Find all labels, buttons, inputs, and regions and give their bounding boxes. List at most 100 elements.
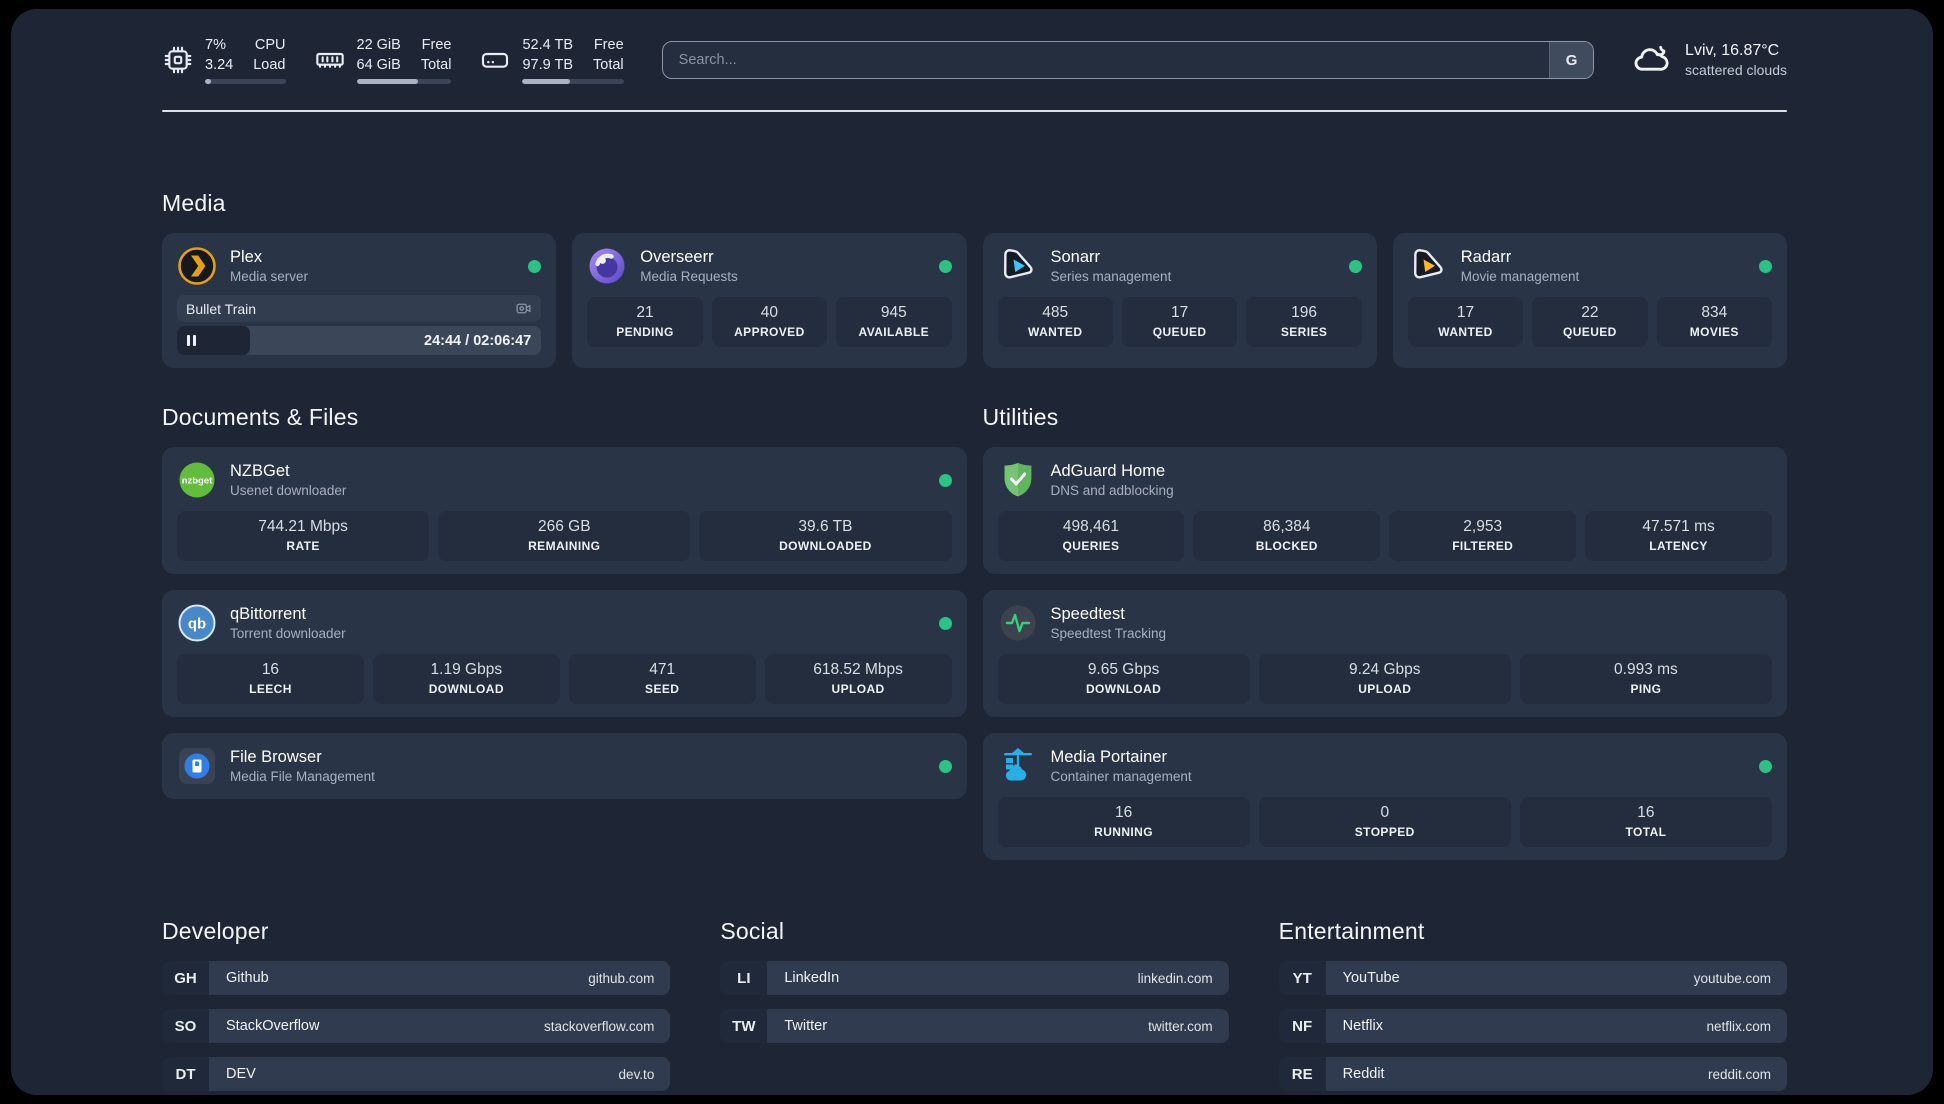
bookmark-list: LI LinkedIn linkedin.com TW Twitter twit…: [720, 961, 1229, 1043]
tile-label: MOVIES: [1689, 325, 1739, 339]
section-title-utilities: Utilities: [982, 404, 1059, 430]
radarr-icon[interactable]: [1408, 246, 1448, 286]
service-description: Container management: [1050, 769, 1192, 785]
plex-icon[interactable]: [177, 246, 217, 286]
pause-icon[interactable]: [187, 335, 196, 346]
bookmarks-grid: Developer GH Github github.com SO StackO…: [162, 918, 1787, 1091]
tile-value: 17: [1171, 304, 1189, 321]
tile-value: 485: [1042, 304, 1069, 321]
stat-values: 7% 3.24: [205, 36, 234, 73]
nzbget-icon[interactable]: nzbget: [177, 460, 217, 500]
tile-label: REMAINING: [528, 539, 601, 553]
tile-label: TOTAL: [1625, 825, 1667, 839]
stat-values: 22 GiB 64 GiB: [356, 36, 401, 73]
tile-label: WANTED: [1028, 325, 1083, 339]
svg-text:qb: qb: [188, 616, 206, 633]
section-documents: Documents & Files nzbget NZBGet Usenet d…: [162, 404, 967, 799]
tile-label: APPROVED: [734, 325, 805, 339]
service-card-header: AdGuard Home DNS and adblocking: [998, 460, 1773, 500]
overseerr-icon[interactable]: [587, 246, 627, 286]
bookmark-github[interactable]: GH Github github.com: [162, 961, 671, 995]
section-title-media: Media: [162, 190, 226, 216]
stat-labels: CPU Load: [253, 36, 286, 73]
service-description: Usenet downloader: [230, 483, 347, 499]
service-card-qbittorrent[interactable]: qb qBittorrent Torrent downloader 16 LEE…: [162, 590, 967, 717]
tile-label: UPLOAD: [831, 682, 885, 696]
filebrowser-icon[interactable]: [177, 746, 217, 786]
bookmark-dev[interactable]: DT DEV dev.to: [162, 1057, 671, 1091]
search-bar[interactable]: G: [661, 41, 1595, 79]
adguard-icon[interactable]: [998, 460, 1038, 500]
tile-value: 21: [636, 304, 654, 321]
stat-tile-queries: 498,461 QUERIES: [997, 511, 1185, 561]
bookmark-linkedin[interactable]: LI LinkedIn linkedin.com: [720, 961, 1229, 995]
middle-columns: Documents & Files nzbget NZBGet Usenet d…: [162, 404, 1787, 860]
tile-value: 16: [261, 661, 280, 678]
top-bar: 7% 3.24 CPU Load 22 GiB 64 GiB Free Total: [162, 36, 1787, 85]
search-engine-button[interactable]: G: [1549, 42, 1594, 78]
stat-tile-pending: 21 PENDING: [587, 297, 703, 347]
tile-label: AVAILABLE: [858, 325, 930, 339]
service-name: Plex: [230, 247, 263, 266]
bookmark-url: linkedin.com: [1137, 970, 1213, 986]
service-description: Torrent downloader: [230, 626, 346, 642]
service-card-nzbget[interactable]: nzbget NZBGet Usenet downloader 744.21 M…: [162, 447, 967, 574]
tile-label: PING: [1630, 682, 1662, 696]
status-online-dot: [1348, 259, 1362, 273]
stat-tiles: 21 PENDING 40 APPROVED 945 AVAILABLE: [587, 297, 952, 347]
service-card-plex[interactable]: Plex Media server Bullet Train 24:44 / 0…: [162, 233, 557, 368]
service-card-header: Media Portainer Container management: [998, 746, 1772, 786]
bookmark-netflix[interactable]: NF Netflix netflix.com: [1278, 1009, 1787, 1043]
tile-label: PENDING: [616, 325, 674, 339]
playback-elapsed: [177, 326, 250, 355]
service-name: Radarr: [1460, 247, 1512, 266]
stat-progress-bar: [356, 79, 452, 85]
stat-progress-bar: [522, 79, 624, 85]
section-media: Media Plex Media server Bullet Train 24:…: [162, 190, 1787, 368]
tile-value: 945: [880, 304, 907, 321]
header-divider: [162, 110, 1787, 112]
video-camera-icon[interactable]: [515, 300, 532, 317]
tile-value: 744.21 Mbps: [258, 518, 348, 535]
bookmark-name: Twitter: [784, 1018, 828, 1034]
now-playing-row: Bullet Train: [177, 295, 542, 322]
bookmark-stackoverflow[interactable]: SO StackOverflow stackoverflow.com: [162, 1009, 671, 1043]
stat-progress-bar: [205, 79, 286, 85]
speedtest-icon[interactable]: [998, 603, 1038, 643]
service-card-header: Speedtest Speedtest Tracking: [998, 603, 1773, 643]
service-card-portainer[interactable]: Media Portainer Container management 16 …: [982, 733, 1787, 860]
service-card-header: File Browser Media File Management: [177, 746, 952, 786]
portainer-icon[interactable]: [998, 746, 1038, 786]
service-card-radarr[interactable]: Radarr Movie management 17 WANTED 22 QUE…: [1392, 233, 1787, 368]
service-name: NZBGet: [230, 461, 290, 480]
bookmark-badge: TW: [720, 1009, 768, 1043]
service-card-filebrowser[interactable]: File Browser Media File Management: [162, 733, 967, 799]
playback-progress-bar[interactable]: 24:44 / 02:06:47: [177, 326, 542, 355]
service-card-sonarr[interactable]: Sonarr Series management 485 WANTED 17 Q…: [982, 233, 1377, 368]
bookmark-reddit[interactable]: RE Reddit reddit.com: [1278, 1057, 1787, 1091]
bookmark-url: netflix.com: [1706, 1018, 1771, 1034]
qbittorrent-icon[interactable]: qb: [177, 603, 217, 643]
service-card-speedtest[interactable]: Speedtest Speedtest Tracking 9.65 Gbps D…: [982, 590, 1787, 717]
search-input[interactable]: [662, 52, 1550, 68]
bookmark-youtube[interactable]: YT YouTube youtube.com: [1278, 961, 1787, 995]
bookmark-group-entertainment: Entertainment YT YouTube youtube.com NF …: [1278, 918, 1787, 1091]
tile-label: LATENCY: [1649, 539, 1708, 553]
stat-tiles: 16 LEECH 1.19 Gbps DOWNLOAD 471 SEED 618…: [177, 654, 952, 704]
stat-tile-available: 945 AVAILABLE: [836, 297, 952, 347]
media-cards-grid: Plex Media server Bullet Train 24:44 / 0…: [162, 233, 1787, 368]
bookmark-url: youtube.com: [1693, 970, 1771, 986]
service-description: Movie management: [1460, 269, 1580, 285]
stat-tile-wanted: 17 WANTED: [1407, 297, 1524, 347]
bookmark-url: dev.to: [618, 1066, 655, 1082]
bookmark-twitter[interactable]: TW Twitter twitter.com: [720, 1009, 1229, 1043]
service-card-overseerr[interactable]: Overseerr Media Requests 21 PENDING 40 A…: [572, 233, 967, 368]
bookmark-url: github.com: [588, 970, 655, 986]
tile-value: 498,461: [1062, 518, 1119, 535]
stat-tile-series: 196 SERIES: [1246, 297, 1362, 347]
service-card-adguard[interactable]: AdGuard Home DNS and adblocking 498,461 …: [982, 447, 1787, 574]
documents-cards: nzbget NZBGet Usenet downloader 744.21 M…: [162, 447, 967, 799]
tile-value: 17: [1456, 304, 1475, 321]
sonarr-icon[interactable]: [998, 246, 1038, 286]
tile-label: DOWNLOAD: [1085, 682, 1162, 696]
